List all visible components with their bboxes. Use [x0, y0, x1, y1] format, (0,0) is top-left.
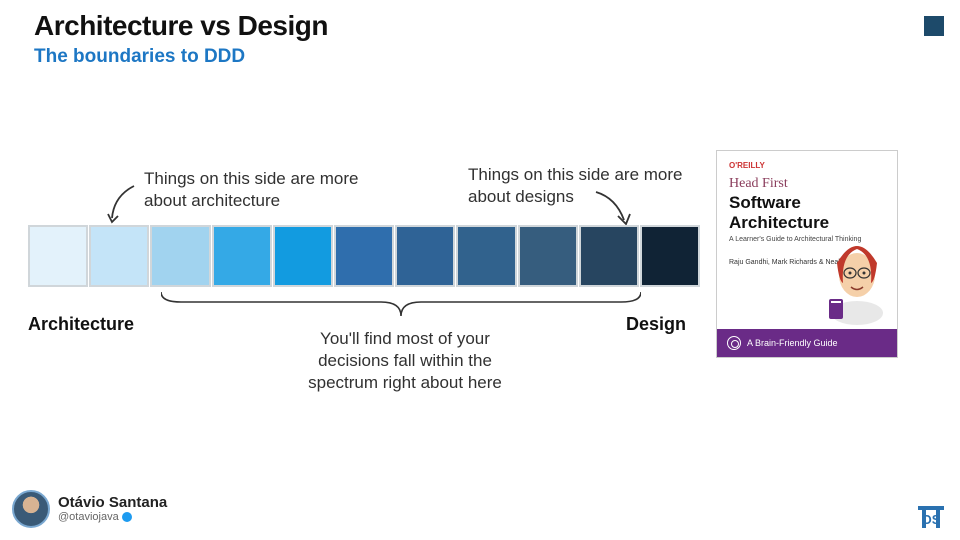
note-design-side: Things on this side are more about desig… — [468, 164, 698, 208]
book-title-line2: Architecture — [729, 214, 885, 232]
brain-icon — [727, 336, 741, 350]
page-subtitle: The boundaries to DDD — [34, 46, 245, 68]
book-cover: O'REILLY Head First Software Architectur… — [716, 150, 898, 358]
book-top: O'REILLY Head First Software Architectur… — [717, 151, 897, 329]
swatch-10 — [640, 225, 700, 287]
book-illustration — [823, 235, 891, 325]
swatch-5 — [334, 225, 394, 287]
swatch-1 — [89, 225, 149, 287]
book-series: Head First — [729, 176, 885, 192]
swatch-8 — [518, 225, 578, 287]
svg-text:OS: OS — [922, 512, 941, 527]
corner-logo: OS — [916, 502, 946, 532]
swatch-2 — [150, 225, 210, 287]
presenter-block: Otávio Santana @otaviojava — [12, 490, 167, 528]
spectrum-swatches — [28, 225, 700, 287]
book-band: A Brain-Friendly Guide — [717, 329, 897, 357]
swatch-0 — [28, 225, 88, 287]
avatar — [12, 490, 50, 528]
slide: Architecture vs Design The boundaries to… — [0, 0, 960, 540]
brace-icon — [161, 290, 641, 320]
corner-decor — [924, 16, 944, 36]
page-title: Architecture vs Design — [34, 10, 328, 42]
presenter-handle: @otaviojava — [58, 511, 167, 523]
presenter-name: Otávio Santana — [58, 495, 167, 511]
arrow-left-icon — [104, 182, 144, 226]
note-middle-spectrum: You'll find most of your decisions fall … — [300, 328, 510, 394]
verified-icon — [122, 512, 132, 522]
arrow-right-icon — [588, 188, 636, 228]
swatch-7 — [456, 225, 516, 287]
swatch-4 — [273, 225, 333, 287]
swatch-3 — [212, 225, 272, 287]
book-publisher: O'REILLY — [729, 161, 885, 170]
swatch-6 — [395, 225, 455, 287]
label-architecture: Architecture — [28, 314, 134, 335]
swatch-9 — [579, 225, 639, 287]
book-band-text: A Brain-Friendly Guide — [747, 338, 838, 348]
note-architecture-side: Things on this side are more about archi… — [144, 168, 374, 212]
book-title-line1: Software — [729, 194, 885, 212]
